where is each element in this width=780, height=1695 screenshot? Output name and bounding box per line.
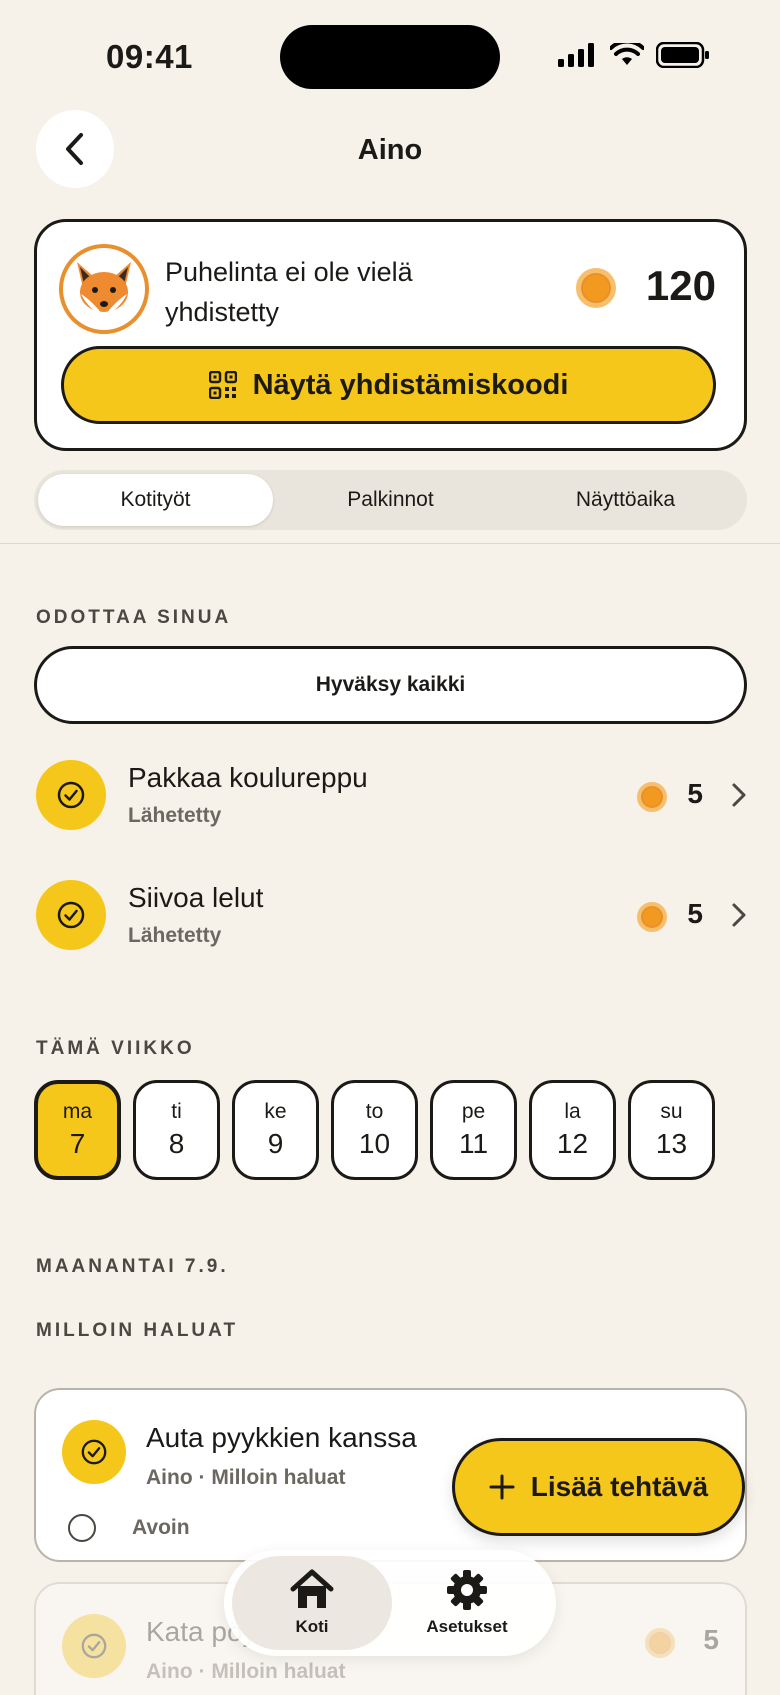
profile-card: Puhelinta ei ole vielä yhdistetty 120 Nä… [34, 219, 747, 451]
day-name: ti [171, 1100, 182, 1123]
section-tabs: Kotityöt Palkinnot Näyttöaika [34, 470, 747, 530]
connection-status: Puhelinta ei ole vielä yhdistetty [165, 257, 413, 327]
tab-settings-label: Asetukset [426, 1617, 508, 1636]
coin-icon [576, 268, 616, 308]
page-title: Aino [357, 134, 423, 166]
fox-icon [77, 262, 131, 316]
coin-icon [645, 1628, 675, 1658]
chevron-right-icon [732, 903, 746, 927]
day-number: 11 [458, 1128, 489, 1159]
chevron-right-icon [732, 783, 746, 807]
date-label: MAANANTAI 7.9. [36, 1256, 229, 1277]
day-name: to [365, 1100, 384, 1123]
battery-icon [656, 42, 709, 68]
task-reward: 5 [687, 898, 703, 929]
task-state: Avoin [132, 1516, 190, 1539]
tab-chores[interactable]: Kotityöt [38, 474, 273, 526]
divider [0, 543, 780, 544]
task-status: Lähetetty [128, 924, 222, 947]
coin-icon [637, 902, 667, 932]
day-number: 10 [358, 1128, 391, 1159]
pending-task-row[interactable]: Pakkaa koulureppu Lähetetty 5 [36, 760, 749, 840]
task-subtitle: Aino · Milloin haluat [146, 1466, 346, 1489]
day-name: ma [62, 1100, 93, 1123]
gear-icon [447, 1570, 487, 1610]
task-title: Auta pyykkien kanssa [146, 1422, 417, 1453]
qr-code-icon [208, 371, 237, 399]
home-icon [290, 1569, 334, 1608]
task-title: Siivoa lelut [128, 882, 264, 913]
week-section-label: TÄMÄ VIIKKO [36, 1038, 195, 1059]
plus-icon [489, 1474, 515, 1500]
pending-task-row[interactable]: Siivoa lelut Lähetetty 5 [36, 880, 749, 960]
status-radio[interactable] [68, 1514, 96, 1542]
status-icons [558, 42, 710, 68]
tab-rewards[interactable]: Palkinnot [273, 474, 508, 526]
day-number: 9 [267, 1128, 284, 1159]
nav-header: Aino [0, 110, 780, 190]
show-pairing-code-button[interactable]: Näytä yhdistämiskoodi [61, 346, 716, 424]
group-label: MILLOIN HALUAT [36, 1320, 239, 1341]
task-reward: 5 [703, 1624, 719, 1655]
check-icon [36, 880, 106, 950]
day-number: 12 [556, 1128, 589, 1159]
approve-all-button[interactable]: Hyväksy kaikki [34, 646, 747, 724]
tab-screen-time[interactable]: Näyttöaika [508, 474, 743, 526]
dynamic-island [280, 25, 500, 89]
task-reward: 5 [687, 778, 703, 809]
day-number: 8 [168, 1128, 185, 1159]
day-chip-wednesday[interactable]: ke 9 [232, 1080, 319, 1180]
day-chip-sunday[interactable]: su 13 [628, 1080, 715, 1180]
add-task-label: Lisää tehtävä [530, 1471, 709, 1502]
coin-icon [637, 782, 667, 812]
day-chip-tuesday[interactable]: ti 8 [133, 1080, 220, 1180]
check-icon [62, 1614, 126, 1678]
day-chip-thursday[interactable]: to 10 [331, 1080, 418, 1180]
task-subtitle: Aino · Milloin haluat [146, 1660, 346, 1683]
day-chip-saturday[interactable]: la 12 [529, 1080, 616, 1180]
day-number: 7 [69, 1128, 86, 1159]
task-status: Lähetetty [128, 804, 222, 827]
coin-balance: 120 [645, 262, 716, 309]
day-name: pe [461, 1100, 486, 1123]
task-title: Pakkaa koulureppu [128, 762, 368, 793]
tab-home-label: Koti [295, 1617, 329, 1636]
bottom-tab-bar: Koti Asetukset [224, 1550, 556, 1656]
status-bar: 09:41 [0, 0, 780, 110]
day-name: ke [264, 1100, 287, 1123]
check-icon [36, 760, 106, 830]
avatar [59, 244, 149, 334]
day-name: la [564, 1100, 581, 1123]
status-time: 09:41 [106, 38, 193, 75]
pending-section-label: ODOTTAA SINUA [36, 607, 232, 628]
day-chip-monday[interactable]: ma 7 [34, 1080, 121, 1180]
add-task-button[interactable]: Lisää tehtävä [452, 1438, 745, 1536]
signal-icon [558, 43, 594, 67]
week-picker: ma 7 ti 8 ke 9 to 10 pe 11 la 12 su 13 [34, 1080, 715, 1180]
tab-settings[interactable]: Asetukset [384, 1556, 550, 1650]
show-pairing-code-label: Näytä yhdistämiskoodi [252, 368, 569, 401]
check-icon [62, 1420, 126, 1484]
tab-home[interactable]: Koti [232, 1556, 392, 1650]
wifi-icon [610, 43, 644, 65]
day-number: 13 [655, 1128, 688, 1159]
day-name: su [660, 1100, 683, 1123]
day-chip-friday[interactable]: pe 11 [430, 1080, 517, 1180]
